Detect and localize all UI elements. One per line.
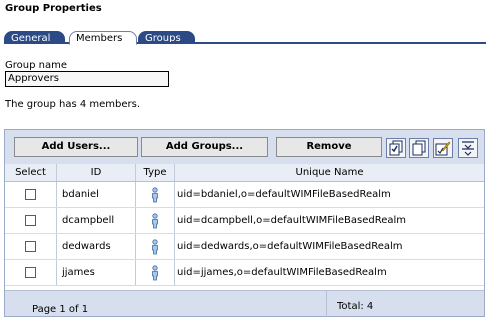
column-header-unique-name[interactable]: Unique Name bbox=[175, 164, 484, 181]
unique-name-cell: uid=dedwards,o=defaultWIMFileBasedRealm bbox=[177, 241, 403, 252]
row-checkbox[interactable] bbox=[25, 215, 36, 226]
member-count-text: The group has 4 members. bbox=[5, 99, 141, 110]
user-icon bbox=[152, 265, 158, 281]
id-cell: bdaniel bbox=[57, 182, 136, 207]
user-icon bbox=[152, 239, 158, 255]
page-title: Group Properties bbox=[5, 3, 102, 14]
total-count: Total: 4 bbox=[337, 301, 374, 312]
tab-bar: General Members Groups bbox=[4, 31, 486, 45]
column-header-select[interactable]: Select bbox=[5, 164, 57, 181]
row-checkbox[interactable] bbox=[25, 241, 36, 252]
select-cell bbox=[5, 208, 57, 233]
table-row: bdaniel uid=bdaniel,o=defaultWIMFileBase… bbox=[5, 182, 484, 208]
select-cell bbox=[5, 260, 57, 285]
remove-button[interactable]: Remove bbox=[276, 137, 382, 157]
row-checkbox[interactable] bbox=[25, 267, 36, 278]
type-cell bbox=[136, 208, 175, 233]
unique-name-cell: uid=jjames,o=defaultWIMFileBasedRealm bbox=[177, 267, 387, 278]
unique-name-cell: uid=bdaniel,o=defaultWIMFileBasedRealm bbox=[177, 189, 391, 200]
id-cell: jjames bbox=[57, 260, 136, 285]
tab-members[interactable]: Members bbox=[69, 31, 137, 45]
select-all-icon[interactable] bbox=[386, 138, 406, 158]
user-icon bbox=[152, 187, 158, 203]
tab-members-label: Members bbox=[76, 33, 123, 44]
select-cell bbox=[5, 234, 57, 259]
type-cell bbox=[136, 260, 175, 285]
page-info: Page 1 of 1 bbox=[32, 304, 89, 315]
members-table: Add Users... Add Groups... Remove Select… bbox=[4, 129, 485, 317]
column-header-type[interactable]: Type bbox=[136, 164, 175, 181]
select-cell bbox=[5, 182, 57, 207]
table-header: Select ID Type Unique Name bbox=[5, 164, 484, 182]
table-row: jjames uid=jjames,o=defaultWIMFileBasedR… bbox=[5, 260, 484, 286]
deselect-all-icon[interactable] bbox=[409, 138, 429, 158]
unique-name-cell: uid=dcampbell,o=defaultWIMFileBasedRealm bbox=[177, 215, 407, 226]
row-checkbox[interactable] bbox=[25, 189, 36, 200]
group-name-field[interactable]: Approvers bbox=[5, 71, 169, 87]
add-groups-button[interactable]: Add Groups... bbox=[141, 137, 268, 157]
filter-icon[interactable] bbox=[458, 138, 478, 158]
table-footer: Page 1 of 1 Total: 4 bbox=[5, 290, 484, 317]
column-header-id[interactable]: ID bbox=[57, 164, 136, 181]
table-toolbar: Add Users... Add Groups... Remove bbox=[5, 130, 484, 164]
total-box: Total: 4 bbox=[326, 291, 484, 317]
edit-sort-icon[interactable] bbox=[433, 138, 453, 158]
type-cell bbox=[136, 234, 175, 259]
add-users-button[interactable]: Add Users... bbox=[14, 137, 138, 157]
id-cell: dcampbell bbox=[57, 208, 136, 233]
table-row: dedwards uid=dedwards,o=defaultWIMFileBa… bbox=[5, 234, 484, 260]
table-row: dcampbell uid=dcampbell,o=defaultWIMFile… bbox=[5, 208, 484, 234]
id-cell: dedwards bbox=[57, 234, 136, 259]
group-name-label: Group name bbox=[5, 60, 67, 71]
user-icon bbox=[152, 213, 158, 229]
type-cell bbox=[136, 182, 175, 207]
